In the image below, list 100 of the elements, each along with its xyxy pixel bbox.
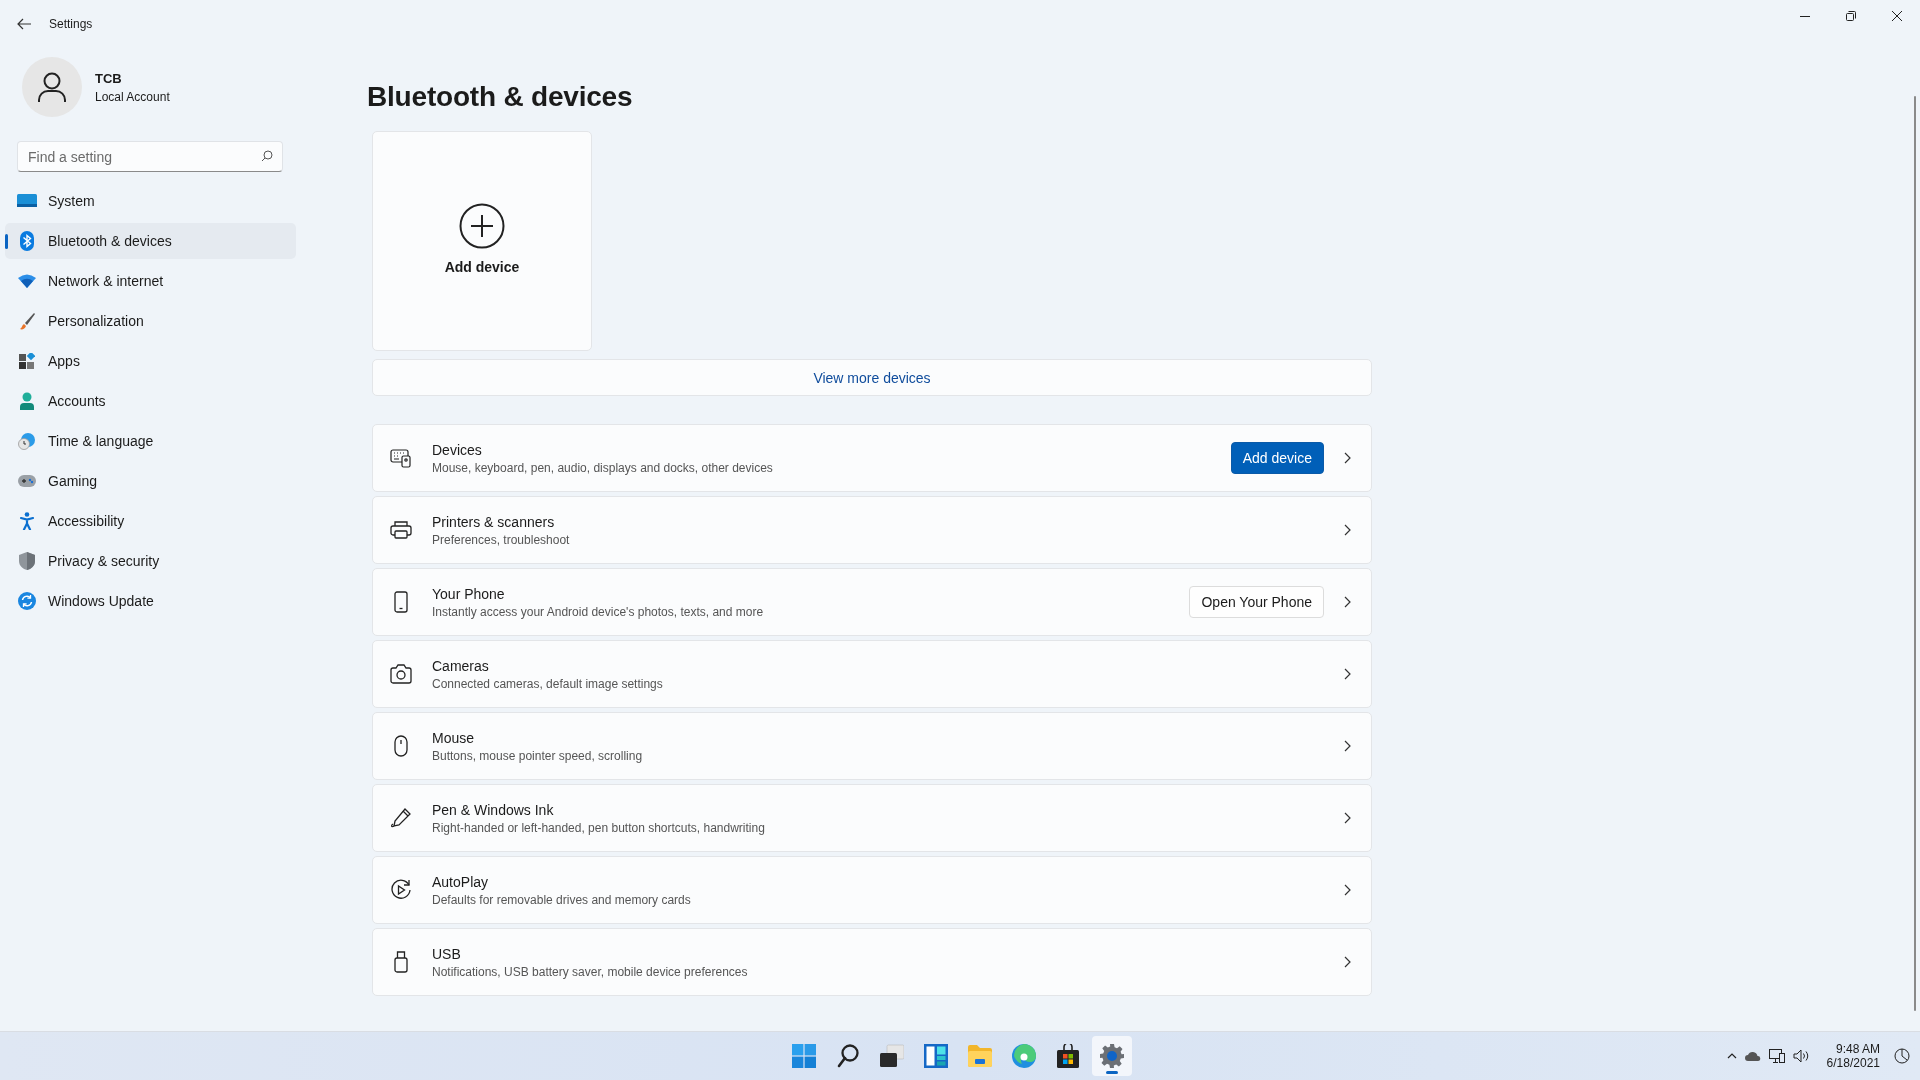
nav-item[interactable]: Bluetooth & devices xyxy=(5,223,296,259)
phone-icon xyxy=(394,591,408,613)
chevron-right-icon xyxy=(1344,452,1351,464)
brush-icon xyxy=(19,312,35,330)
back-button[interactable] xyxy=(16,16,32,32)
settings-row[interactable]: Printers & scanners Preferences, troubleshoot xyxy=(372,496,1372,564)
autoplay-icon xyxy=(390,879,412,901)
row-description: Preferences, troubleshoot xyxy=(432,532,571,547)
scrollbar[interactable] xyxy=(1914,96,1916,1011)
notification-icon[interactable] xyxy=(1894,1048,1910,1064)
gamepad-icon xyxy=(18,475,36,487)
clock-time: 9:48 AM xyxy=(1835,1042,1880,1056)
settings-row[interactable]: Devices Mouse, keyboard, pen, audio, displays and docks, other devices Add device xyxy=(372,424,1372,492)
shield-icon xyxy=(19,552,35,570)
row-title: Your Phone xyxy=(432,585,506,602)
row-description: Connected cameras, default image settings xyxy=(432,676,664,691)
gear-icon xyxy=(1100,1044,1124,1068)
page-title: Bluetooth & devices xyxy=(367,80,634,114)
account-type: Local Account xyxy=(95,89,170,104)
shopping-bag-icon xyxy=(1057,1044,1079,1068)
chevron-right-icon xyxy=(1344,596,1351,608)
task-view-icon xyxy=(880,1044,904,1068)
back-arrow-icon xyxy=(16,16,32,32)
account-name: TCB xyxy=(95,70,123,86)
restore-icon xyxy=(1846,11,1856,21)
speaker-icon[interactable] xyxy=(1792,1049,1809,1063)
taskbar-button[interactable] xyxy=(1092,1036,1132,1076)
row-title: Printers & scanners xyxy=(432,513,556,530)
nav-item[interactable]: Apps xyxy=(5,343,296,379)
mouse-icon xyxy=(394,735,408,757)
printer-icon xyxy=(390,520,412,540)
view-more-link[interactable]: View more devices xyxy=(813,369,931,386)
nav-item[interactable]: Personalization xyxy=(5,303,296,339)
row-description: Mouse, keyboard, pen, audio, displays and docks, other devices xyxy=(432,460,774,475)
add-icon xyxy=(459,203,505,249)
apps-icon xyxy=(19,353,35,369)
widgets-icon xyxy=(924,1044,948,1068)
update-icon xyxy=(18,592,36,610)
keyboard-icon xyxy=(390,448,412,468)
settings-row[interactable]: Your Phone Instantly access your Android device's photos, texts, and more Open Your Phone xyxy=(372,568,1372,636)
window-title: Settings xyxy=(49,17,93,31)
settings-row[interactable]: Mouse Buttons, mouse pointer speed, scrolling xyxy=(372,712,1372,780)
settings-row[interactable]: Pen & Windows Ink Right-handed or left-handed, pen button shortcuts, handwriting xyxy=(372,784,1372,852)
minimize-icon xyxy=(1800,15,1810,17)
row-description: Buttons, mouse pointer speed, scrolling xyxy=(432,748,644,763)
row-description: Right-handed or left-handed, pen button shortcuts, handwriting xyxy=(432,820,766,835)
search-icon xyxy=(837,1044,859,1068)
chevron-right-icon xyxy=(1344,524,1351,536)
row-title: USB xyxy=(432,945,462,962)
nav-item[interactable]: System xyxy=(5,183,296,219)
nav-item[interactable]: Gaming xyxy=(5,463,296,499)
close-icon xyxy=(1892,11,1902,21)
network-icon[interactable] xyxy=(1768,1049,1785,1063)
settings-row[interactable]: USB Notifications, USB battery saver, mobile device preferences xyxy=(372,928,1372,996)
nav-item[interactable]: Accessibility xyxy=(5,503,296,539)
folder-icon xyxy=(968,1045,992,1067)
row-title: Cameras xyxy=(432,657,490,674)
chevron-right-icon xyxy=(1344,884,1351,896)
person-icon xyxy=(19,392,35,410)
add-device-tile[interactable]: Add device xyxy=(372,131,592,351)
nav-item[interactable]: Windows Update xyxy=(5,583,296,619)
nav-item[interactable]: Accounts xyxy=(5,383,296,419)
nav-item[interactable]: Privacy & security xyxy=(5,543,296,579)
tile-label: Add device xyxy=(444,259,520,275)
windows-logo-icon xyxy=(792,1044,816,1068)
clock[interactable]: 9:48 AM 6/18/2021 xyxy=(1826,1042,1880,1070)
browser-icon xyxy=(1012,1044,1036,1068)
chevron-right-icon xyxy=(1344,812,1351,824)
active-indicator xyxy=(1106,1071,1118,1074)
person-icon xyxy=(38,72,66,102)
wifi-icon xyxy=(18,274,36,288)
row-description: Defaults for removable drives and memory cards xyxy=(432,892,692,907)
row-title: Devices xyxy=(432,441,483,458)
row-title: AutoPlay xyxy=(432,873,490,890)
row-description: Notifications, USB battery saver, mobile device preferences xyxy=(432,964,749,979)
pen-icon xyxy=(390,807,412,829)
chevron-up-icon[interactable] xyxy=(1726,1053,1737,1059)
nav-item[interactable]: Time & language xyxy=(5,423,296,459)
settings-row[interactable]: Cameras Connected cameras, default image settings xyxy=(372,640,1372,708)
clock-date: 6/18/2021 xyxy=(1826,1056,1880,1070)
accessibility-icon xyxy=(20,512,34,530)
row-title: Mouse xyxy=(432,729,476,746)
monitor-icon xyxy=(17,193,37,209)
camera-icon xyxy=(390,664,412,684)
search-field[interactable]: Find a setting xyxy=(17,141,283,172)
chevron-right-icon xyxy=(1344,956,1351,968)
bluetooth-icon xyxy=(20,231,34,251)
selection-indicator xyxy=(5,234,8,249)
globe-clock-icon xyxy=(18,432,36,450)
open-button[interactable]: Open Your Phone xyxy=(1189,586,1324,618)
cloud-icon[interactable] xyxy=(1744,1051,1761,1061)
row-title: Pen & Windows Ink xyxy=(432,801,555,818)
search-icon xyxy=(261,150,273,162)
row-description: Instantly access your Android device's photos, texts, and more xyxy=(432,604,765,619)
add-device-button[interactable]: Add device xyxy=(1230,442,1324,474)
usb-icon xyxy=(394,951,408,973)
nav-item[interactable]: Network & internet xyxy=(5,263,296,299)
chevron-right-icon xyxy=(1344,668,1351,680)
settings-row[interactable]: AutoPlay Defaults for removable drives and memory cards xyxy=(372,856,1372,924)
chevron-right-icon xyxy=(1344,740,1351,752)
